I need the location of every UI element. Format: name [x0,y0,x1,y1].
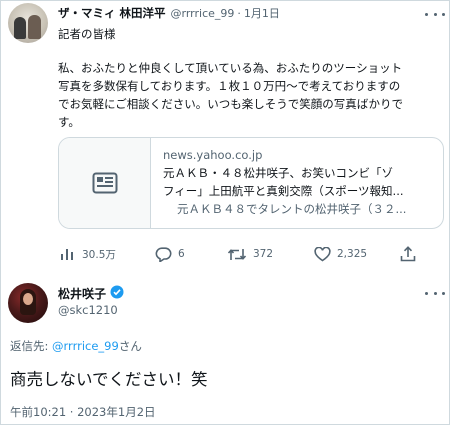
card-text: news.yahoo.co.jp 元ＡＫＢ・４８松井咲子、お笑いコンビ「ゾ フィ… [163,146,439,218]
avatar-figure [23,293,33,305]
tweet-header: ザ・マミィ 林田洋平 @rrrrice_99 · 1月1日 [58,5,280,21]
like-button[interactable]: 2,325 [314,245,367,263]
reply-count: 6 [178,248,185,260]
article-icon [59,138,151,228]
tweet-timestamp[interactable]: 午前10:21 · 2023年1月2日 [10,404,156,420]
avatar-figure [14,17,26,39]
share-icon [400,246,416,262]
author-name-row: 松井咲子 [58,285,124,302]
more-icon[interactable] [425,7,445,21]
author-name[interactable]: 松井咲子 [58,285,106,302]
card-title: 元ＡＫＢ・４８松井咲子、お笑いコンビ「ゾ [163,166,393,180]
link-card[interactable]: news.yahoo.co.jp 元ＡＫＢ・４８松井咲子、お笑いコンビ「ゾ フィ… [58,137,444,229]
tweet-text: 商売しないでください！笑 [10,370,208,389]
more-icon[interactable] [425,286,445,300]
card-description: 元ＡＫＢ４８でタレントの松井咲子（３２... [177,202,407,216]
card-domain: news.yahoo.co.jp [163,148,263,162]
reply-prefix: 返信先: [10,339,53,353]
reply-context: 返信先: @rrrrice_99さん [10,338,142,354]
verified-icon [110,285,124,302]
retweet-count: 372 [253,248,274,260]
tweet-time[interactable]: 1月1日 [244,5,280,21]
like-icon [314,246,331,262]
author-handle[interactable]: @rrrrice_99 [171,7,235,20]
reply-mention-link[interactable]: @rrrrice_99 [52,339,119,353]
separator: · [237,6,241,20]
share-button[interactable] [400,245,416,263]
tweet-line: 記者の皆様 [58,27,116,41]
reply-suffix: さん [118,339,142,353]
retweet-button[interactable]: 372 [227,245,273,263]
views-count: 30.5万 [82,248,116,261]
author-name[interactable]: ザ・マミィ 林田洋平 [58,5,166,21]
retweet-icon [227,247,247,262]
views-icon [60,247,76,261]
reply-button[interactable]: 6 [155,245,185,263]
tweet-text: 記者の皆様 私、おふたりと仲良くして頂いている為、おふたりのツーショット 写真を… [58,25,442,131]
tweet-line: でお気軽にご相談ください。いつも楽しそうで笑顔の写真ばかりで [58,97,403,111]
tweet-line: 写真を多数保有しております。１枚１０万円〜で考えておりますの [58,79,401,93]
tweet-line: す。 [58,115,80,129]
author-handle[interactable]: @skc1210 [58,303,118,317]
avatar-figure [28,15,41,39]
avatar[interactable] [8,3,48,43]
views-button[interactable]: 30.5万 [60,245,116,263]
action-bar: 30.5万 6 372 2,325 [0,245,450,263]
tweet-line: 私、おふたりと仲良くして頂いている為、おふたりのツーショット [58,61,403,75]
avatar[interactable] [8,283,48,323]
like-count: 2,325 [337,248,368,260]
card-title: フィー」上田航平と真剣交際（スポーツ報知... [163,184,404,198]
reply-icon [155,246,172,262]
